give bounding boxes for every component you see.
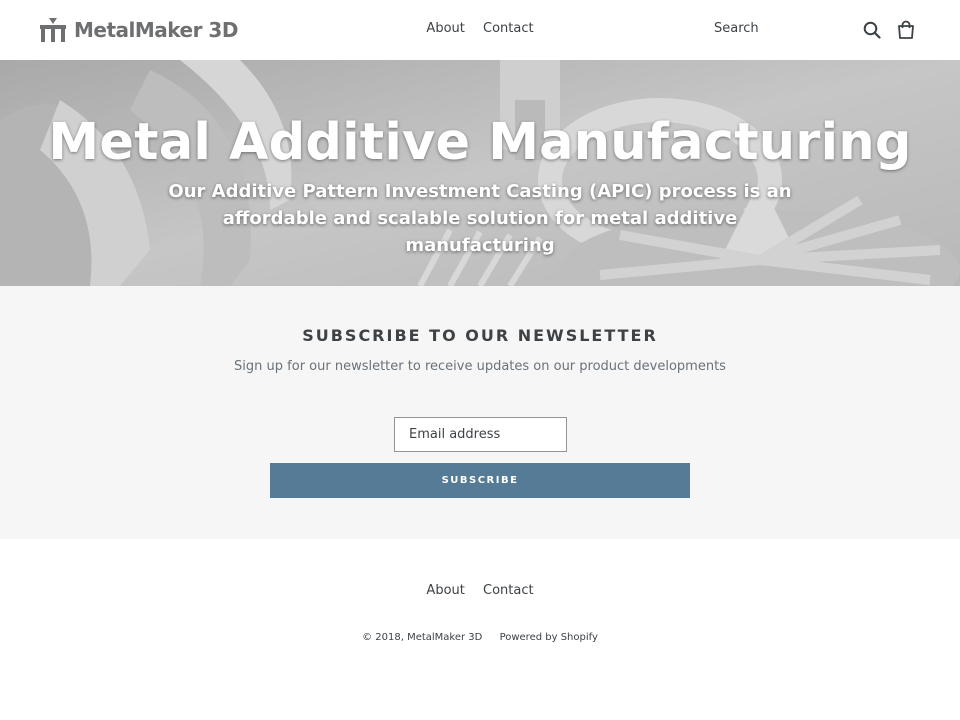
footer-nav: About Contact [0, 583, 960, 598]
search-input[interactable]: Search [714, 21, 759, 36]
search-button[interactable] [862, 19, 882, 41]
footer-contact-link[interactable]: Contact [483, 583, 534, 598]
hero-title: Metal Additive Manufacturing [48, 113, 912, 172]
main-nav: About Contact [0, 21, 960, 36]
hero-subtitle: Our Additive Pattern Investment Casting … [168, 181, 792, 256]
nav-about-link[interactable]: About [426, 21, 464, 36]
hero-banner: Metal Additive Manufacturing Our Additiv… [0, 60, 960, 286]
search-icon [863, 21, 881, 39]
newsletter-section: SUBSCRIBE TO OUR NEWSLETTER Sign up for … [0, 286, 960, 539]
subscribe-button[interactable]: SUBSCRIBE [270, 463, 690, 498]
powered-by-link[interactable]: Powered by Shopify [500, 632, 598, 643]
email-field[interactable] [394, 417, 567, 452]
footer-copyright: © 2018, MetalMaker 3D Powered by Shopify [0, 632, 960, 643]
copyright-text[interactable]: © 2018, MetalMaker 3D [362, 632, 482, 643]
footer-about-link[interactable]: About [426, 583, 464, 598]
site-header: MetalMaker 3D About Contact Search [0, 0, 960, 60]
newsletter-description: Sign up for our newsletter to receive up… [234, 359, 726, 374]
nav-contact-link[interactable]: Contact [483, 21, 534, 36]
cart-button[interactable] [896, 19, 916, 41]
newsletter-title: SUBSCRIBE TO OUR NEWSLETTER [302, 326, 658, 345]
cart-icon [898, 20, 914, 39]
